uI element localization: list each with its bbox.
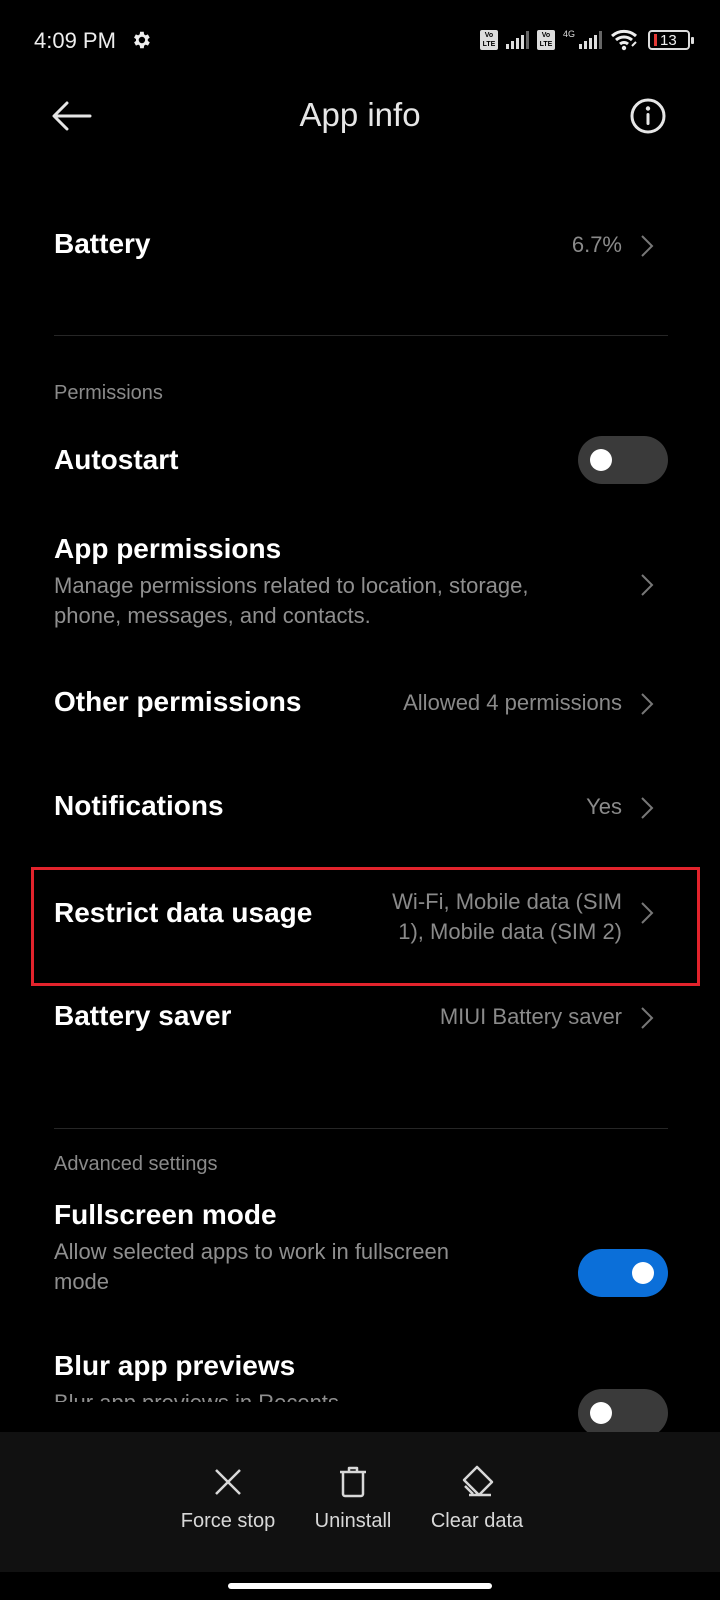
chevron-right-icon (641, 693, 654, 715)
app-bar: App info (0, 80, 720, 155)
subtitle-line: Manage permissions related to location, … (54, 573, 529, 598)
value-line: 1), Mobile data (SIM 2) (398, 919, 622, 944)
app-permissions-subtitle: Manage permissions related to location, … (54, 571, 614, 631)
divider (54, 1128, 668, 1129)
section-title-permissions: Permissions (54, 382, 163, 404)
fullscreen-mode-label: Fullscreen mode (54, 1199, 277, 1230)
fullscreen-mode-toggle[interactable] (578, 1249, 668, 1297)
force-stop-label: Force stop (180, 1510, 276, 1532)
blur-app-previews-toggle[interactable] (578, 1389, 668, 1437)
notifications-row[interactable]: Notifications Yes (54, 790, 668, 830)
battery-saver-row[interactable]: Battery saver MIUI Battery saver (54, 1000, 668, 1040)
subtitle-line: phone, messages, and contacts. (54, 603, 371, 628)
fullscreen-mode-subtitle: Allow selected apps to work in fullscree… (54, 1237, 534, 1297)
uninstall-button[interactable]: Uninstall (293, 1464, 413, 1533)
clear-data-button[interactable]: Clear data (417, 1464, 537, 1533)
eraser-icon (462, 1465, 494, 1497)
volte-icon: Vo LTE (536, 30, 555, 50)
chevron-right-icon (641, 574, 654, 596)
signal-icon (505, 31, 529, 49)
battery-value: 6.7% (571, 232, 622, 257)
status-icons: Vo LTE Vo LTE 4G 13 (479, 28, 694, 52)
gear-icon (134, 31, 150, 49)
app-permissions-label: App permissions (54, 533, 282, 564)
battery-saver-value: MIUI Battery saver (439, 1004, 622, 1029)
chevron-right-icon (641, 1007, 654, 1029)
trash-icon (340, 1466, 366, 1498)
clear-data-label: Clear data (430, 1510, 524, 1532)
chevron-right-icon (641, 797, 654, 819)
status-time: 4:09 PM (34, 28, 116, 53)
autostart-toggle[interactable] (578, 436, 668, 484)
close-icon (215, 1469, 241, 1495)
battery-row[interactable]: Battery 6.7% (54, 228, 668, 268)
section-title-advanced: Advanced settings (54, 1153, 218, 1175)
restrict-data-usage-value: Wi-Fi, Mobile data (SIM 1), Mobile data … (392, 887, 622, 947)
home-indicator[interactable] (228, 1583, 492, 1589)
restrict-data-usage-row[interactable]: Restrict data usage Wi-Fi, Mobile data (… (54, 889, 668, 955)
battery-icon: 13 (648, 30, 694, 50)
status-bar: 4:09 PM Vo LTE Vo LTE 4G 13 (0, 0, 720, 80)
subtitle-line: Allow selected apps to work in fullscree… (54, 1239, 449, 1264)
chevron-right-icon (641, 902, 654, 924)
chevron-right-icon (641, 235, 654, 257)
blur-app-previews-row[interactable]: Blur app previews Blur app previews in R… (54, 1350, 668, 1402)
signal-icon (579, 31, 602, 49)
autostart-label: Autostart (54, 444, 179, 475)
wifi-icon (611, 29, 637, 51)
blur-app-previews-label: Blur app previews (54, 1350, 296, 1381)
info-circle-icon[interactable] (628, 96, 668, 136)
battery-level: 13 (660, 31, 677, 49)
notifications-value: Yes (586, 794, 622, 819)
autostart-row[interactable]: Autostart (54, 444, 668, 484)
bottom-action-bar: Force stop Uninstall Clear data (0, 1432, 720, 1572)
value-line: Wi-Fi, Mobile data (SIM (392, 889, 622, 914)
network-type: 4G (562, 29, 575, 39)
other-permissions-value: Allowed 4 permissions (403, 690, 622, 715)
app-permissions-row[interactable]: App permissions Manage permissions relat… (54, 533, 668, 631)
force-stop-button[interactable]: Force stop (168, 1464, 288, 1533)
divider (54, 335, 668, 336)
blur-app-previews-subtitle: Blur app previews in Recents (54, 1388, 534, 1402)
notifications-label: Notifications (54, 790, 224, 821)
uninstall-label: Uninstall (314, 1510, 392, 1532)
fullscreen-mode-row[interactable]: Fullscreen mode Allow selected apps to w… (54, 1199, 668, 1297)
subtitle-line: mode (54, 1269, 110, 1294)
other-permissions-row[interactable]: Other permissions Allowed 4 permissions (54, 686, 668, 726)
page-title: App info (299, 96, 421, 133)
volte-icon: Vo LTE (479, 30, 498, 50)
